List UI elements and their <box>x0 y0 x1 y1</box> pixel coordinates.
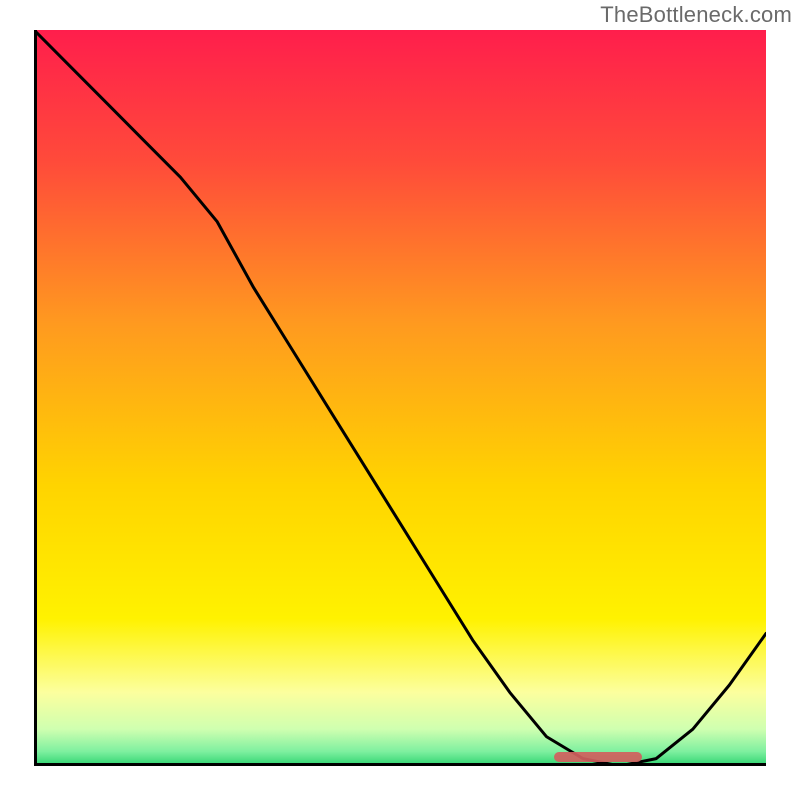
plot-area <box>34 30 766 766</box>
chart-svg <box>34 30 766 766</box>
watermark-text: TheBottleneck.com <box>600 2 792 28</box>
chart-figure: TheBottleneck.com <box>0 0 800 800</box>
bottleneck-indicator <box>554 752 642 762</box>
